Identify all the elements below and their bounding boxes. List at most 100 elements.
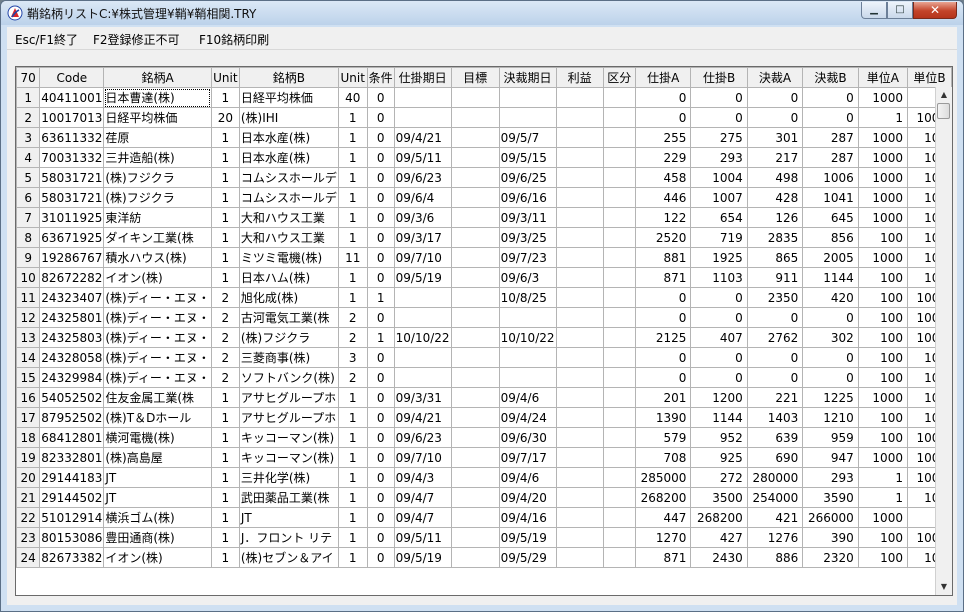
- grid-cell[interactable]: 421: [746, 507, 804, 528]
- grid-cell[interactable]: (株)高島屋: [103, 447, 212, 468]
- grid-cell[interactable]: 579: [634, 427, 692, 448]
- grid-cell[interactable]: 3: [337, 347, 368, 368]
- grid-cell[interactable]: 100: [857, 347, 908, 368]
- grid-cell[interactable]: [555, 207, 604, 228]
- grid-cell[interactable]: [498, 347, 557, 368]
- grid-cell[interactable]: 1: [337, 107, 368, 128]
- grid-cell[interactable]: 58031721: [39, 187, 105, 208]
- grid-cell[interactable]: 09/6/23: [393, 427, 452, 448]
- grid-cell[interactable]: (株)フジクラ: [238, 327, 339, 348]
- grid-cell[interactable]: [602, 107, 636, 128]
- table-row[interactable]: 5 58031721 (株)フジクラ 1 コムシスホールデ 1 0 09/6/23 09/6/2…: [16, 167, 952, 188]
- grid-cell[interactable]: 0: [690, 87, 748, 108]
- grid-cell[interactable]: 254000: [746, 487, 804, 508]
- grid-cell[interactable]: 0: [634, 287, 692, 308]
- grid-cell[interactable]: [555, 367, 604, 388]
- grid-cell[interactable]: [555, 107, 604, 128]
- grid-cell[interactable]: 1006: [802, 167, 859, 188]
- grid-cell[interactable]: [450, 487, 500, 508]
- grid-cell[interactable]: [555, 267, 604, 288]
- grid-cell[interactable]: イオン(株): [103, 267, 212, 288]
- grid-cell[interactable]: [602, 467, 636, 488]
- grid-cell[interactable]: 0: [634, 367, 692, 388]
- grid-cell[interactable]: 100: [857, 307, 908, 328]
- grid-cell[interactable]: 09/4/6: [498, 467, 557, 488]
- grid-cell[interactable]: 63611332: [39, 127, 105, 148]
- grid-cell[interactable]: [602, 87, 636, 108]
- grid-cell[interactable]: アサヒグループホ: [238, 387, 339, 408]
- grid-cell[interactable]: 2835: [746, 227, 804, 248]
- grid-cell[interactable]: 1276: [746, 527, 804, 548]
- grid-cell[interactable]: 2350: [746, 287, 804, 308]
- grid-cell[interactable]: 09/6/3: [498, 267, 557, 288]
- grid-cell[interactable]: 1000: [857, 87, 908, 108]
- grid-cell[interactable]: JT: [103, 467, 212, 488]
- grid-cell[interactable]: 881: [634, 247, 692, 268]
- grid-cell[interactable]: 1000: [857, 387, 908, 408]
- grid-cell[interactable]: 0: [690, 287, 748, 308]
- grid-cell[interactable]: 1: [337, 447, 368, 468]
- grid-cell[interactable]: 40: [337, 87, 368, 108]
- grid-cell[interactable]: (株)ディー・エヌ・: [103, 327, 212, 348]
- grid-cell[interactable]: 428: [746, 187, 804, 208]
- column-header[interactable]: 単位B: [906, 67, 952, 88]
- grid-cell[interactable]: [393, 287, 452, 308]
- grid-cell[interactable]: 東洋紡: [103, 207, 212, 228]
- grid-cell[interactable]: 0: [366, 427, 395, 448]
- grid-cell[interactable]: 09/5/11: [393, 527, 452, 548]
- grid-cell[interactable]: 0: [690, 367, 748, 388]
- column-header[interactable]: 銘柄A: [103, 67, 212, 88]
- grid-cell[interactable]: [555, 187, 604, 208]
- grid-cell[interactable]: 古河電気工業(株: [238, 307, 339, 328]
- grid-cell[interactable]: 0: [690, 307, 748, 328]
- grid-cell[interactable]: (株)T＆Dホール: [103, 407, 212, 428]
- grid-cell[interactable]: 82673382: [39, 547, 105, 568]
- grid-cell[interactable]: [602, 487, 636, 508]
- grid-cell[interactable]: 10/10/22: [393, 327, 452, 348]
- grid-cell[interactable]: [555, 87, 604, 108]
- grid-cell[interactable]: [450, 367, 500, 388]
- grid-cell[interactable]: (株)セブン＆アイ: [238, 547, 339, 568]
- grid-cell[interactable]: 100: [857, 407, 908, 428]
- grid-cell[interactable]: 1: [210, 87, 240, 108]
- grid-cell[interactable]: 285000: [634, 467, 692, 488]
- grid-cell[interactable]: 0: [802, 107, 859, 128]
- grid-cell[interactable]: 0: [746, 87, 804, 108]
- grid-cell[interactable]: 871: [634, 547, 692, 568]
- menu-item-register[interactable]: F2登録修正不可: [93, 31, 180, 48]
- grid-cell[interactable]: 2: [210, 327, 240, 348]
- scroll-up-icon[interactable]: ▲: [936, 87, 952, 103]
- grid-cell[interactable]: 09/6/25: [498, 167, 557, 188]
- grid-cell[interactable]: 日本曹達(株): [103, 87, 212, 108]
- grid-cell[interactable]: [450, 127, 500, 148]
- grid-cell[interactable]: 1000: [857, 247, 908, 268]
- grid-cell[interactable]: [450, 347, 500, 368]
- grid-cell[interactable]: 1: [210, 547, 240, 568]
- grid-cell[interactable]: 1: [210, 487, 240, 508]
- grid-cell[interactable]: 100: [857, 287, 908, 308]
- grid-cell[interactable]: 293: [690, 147, 748, 168]
- grid-cell[interactable]: [393, 367, 452, 388]
- grid-cell[interactable]: 大和ハウス工業: [238, 207, 339, 228]
- grid-cell[interactable]: 1: [337, 207, 368, 228]
- grid-cell[interactable]: 2125: [634, 327, 692, 348]
- stock-grid[interactable]: 70 Code 銘柄A Unit 銘柄B Unit 条件 仕掛期日 目標 決裁期日 利益 区分 仕掛A…: [15, 66, 953, 596]
- grid-cell[interactable]: 911: [746, 267, 804, 288]
- grid-cell[interactable]: 420: [802, 287, 859, 308]
- close-button[interactable]: ✕: [913, 2, 957, 19]
- table-row[interactable]: 140411001日本曹達(株)1日経平均株価400000010001: [16, 87, 952, 108]
- grid-cell[interactable]: 09/3/31: [393, 387, 452, 408]
- grid-cell[interactable]: 280000: [746, 467, 804, 488]
- grid-cell[interactable]: 0: [366, 267, 395, 288]
- table-row[interactable]: 1524329984(株)ディー・エヌ・2ソフトバンク(株)2000001001…: [16, 367, 952, 388]
- grid-cell[interactable]: 1: [366, 327, 395, 348]
- grid-cell[interactable]: [555, 427, 604, 448]
- grid-cell[interactable]: 0: [746, 367, 804, 388]
- grid-cell[interactable]: [555, 387, 604, 408]
- grid-cell[interactable]: 1: [337, 287, 368, 308]
- column-header[interactable]: 銘柄B: [238, 67, 339, 88]
- grid-cell[interactable]: 1: [210, 467, 240, 488]
- grid-cell[interactable]: [555, 407, 604, 428]
- grid-cell[interactable]: 0: [746, 107, 804, 128]
- grid-cell[interactable]: 0: [366, 467, 395, 488]
